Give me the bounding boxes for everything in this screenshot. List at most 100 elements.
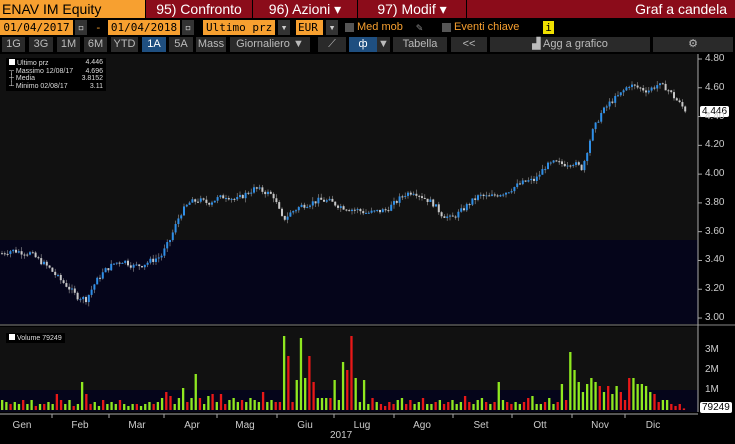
candle [600, 112, 603, 122]
field-select[interactable]: Ultimo prz [203, 20, 275, 35]
start-date-input[interactable]: 01/04/2017 [0, 20, 73, 35]
volume-bar [232, 398, 235, 410]
candle [297, 207, 300, 211]
candle [493, 194, 496, 196]
volume-bar [564, 400, 568, 410]
period-max[interactable]: Mass [196, 37, 226, 52]
volume-bar [181, 388, 185, 410]
frequency-select[interactable]: Giornaliero ▼ [230, 37, 310, 52]
volume-bar [72, 406, 75, 410]
volume-bar [215, 402, 218, 410]
candle [127, 260, 129, 266]
candle [96, 277, 99, 285]
volume-bar [169, 396, 172, 410]
candle [267, 191, 269, 195]
candle [639, 87, 642, 89]
candle [670, 90, 673, 93]
candle [359, 209, 362, 212]
candle [230, 198, 233, 200]
line-chart-icon[interactable]: ⟋ [318, 37, 346, 52]
candle [572, 164, 575, 166]
candle [449, 215, 451, 217]
year-label: 2017 [330, 430, 353, 441]
period-5a[interactable]: 5A [169, 37, 193, 52]
volume-bar [266, 402, 269, 410]
candle [17, 251, 20, 253]
candle [485, 195, 488, 197]
candle [191, 199, 194, 203]
candle [569, 165, 572, 167]
key-events-checkbox[interactable] [442, 23, 451, 32]
candle [337, 205, 339, 208]
candle [412, 193, 415, 195]
candle [404, 195, 407, 197]
candle [482, 194, 485, 197]
calendar-icon[interactable]: ▫ [75, 20, 87, 35]
period-ytd[interactable]: YTD [111, 37, 138, 52]
add-to-chart-button[interactable]: ▟ Agg a grafico [490, 37, 650, 52]
period-6m[interactable]: 6M [84, 37, 107, 52]
edit-button[interactable]: 97) Modif ▾ [358, 0, 466, 18]
legend-high-value: 4.696 [85, 67, 103, 75]
end-date-input[interactable]: 01/04/2018 [108, 20, 180, 35]
period-3g[interactable]: 3G [29, 37, 53, 52]
table-button[interactable]: Tabella [393, 37, 447, 52]
candle [325, 200, 328, 202]
info-icon[interactable]: i [543, 21, 554, 34]
volume-bar [177, 398, 181, 410]
volume-bar [337, 400, 341, 410]
period-1a[interactable]: 1A [142, 37, 166, 52]
volume-bar [22, 400, 25, 410]
candle [479, 194, 482, 196]
security-ticker-field[interactable]: ENAV IM Equity [0, 0, 145, 18]
candle [239, 194, 241, 198]
candle [429, 199, 432, 202]
volume-bar [89, 404, 92, 410]
candle [393, 201, 395, 205]
chevron-down-icon[interactable]: ▼ [377, 37, 390, 52]
candle [20, 251, 23, 255]
currency-select[interactable]: EUR [296, 20, 323, 35]
volume-bar [68, 400, 71, 410]
actions-button[interactable]: 96) Azioni ▾ [253, 0, 357, 18]
candle [463, 208, 465, 211]
candle [356, 209, 359, 211]
volume-bar [548, 398, 551, 410]
candle [3, 253, 6, 255]
candle [538, 174, 541, 177]
moving-average-checkbox[interactable] [345, 23, 354, 32]
period-1g[interactable]: 1G [2, 37, 25, 52]
candle [219, 195, 222, 198]
volume-bar [173, 404, 176, 410]
volume-bar [375, 402, 378, 410]
chevron-down-icon[interactable]: ▾ [326, 20, 338, 35]
pencil-icon[interactable]: ✎ [416, 20, 423, 35]
candle [401, 196, 404, 198]
key-events-label: Eventi chiave [454, 21, 520, 33]
volume-bar [26, 404, 29, 410]
candle [614, 95, 617, 103]
compare-button[interactable]: 95) Confronto [146, 0, 252, 18]
period-1m[interactable]: 1M [57, 37, 80, 52]
y-tick-label: 4.00 [705, 168, 725, 180]
collapse-button[interactable]: << [451, 37, 487, 52]
candle [132, 264, 135, 268]
candle [222, 195, 225, 199]
volume-bar [236, 402, 239, 410]
chevron-down-icon[interactable]: ▾ [278, 20, 290, 35]
volume-bar [619, 392, 622, 410]
candlestick-icon[interactable]: ф [349, 37, 377, 52]
candle [124, 260, 127, 263]
candle [477, 195, 479, 200]
volume-bar [287, 356, 290, 410]
calendar-icon[interactable]: ▫ [182, 20, 194, 35]
candle [303, 204, 306, 208]
volume-bar [224, 404, 227, 410]
candle [533, 178, 535, 181]
candlestick-chart [0, 54, 735, 418]
settings-gear-icon[interactable]: ⚙ [653, 37, 733, 52]
volume-bar [308, 356, 311, 410]
volume-bar [165, 392, 168, 410]
candle [437, 204, 440, 213]
volume-bar [644, 386, 648, 410]
